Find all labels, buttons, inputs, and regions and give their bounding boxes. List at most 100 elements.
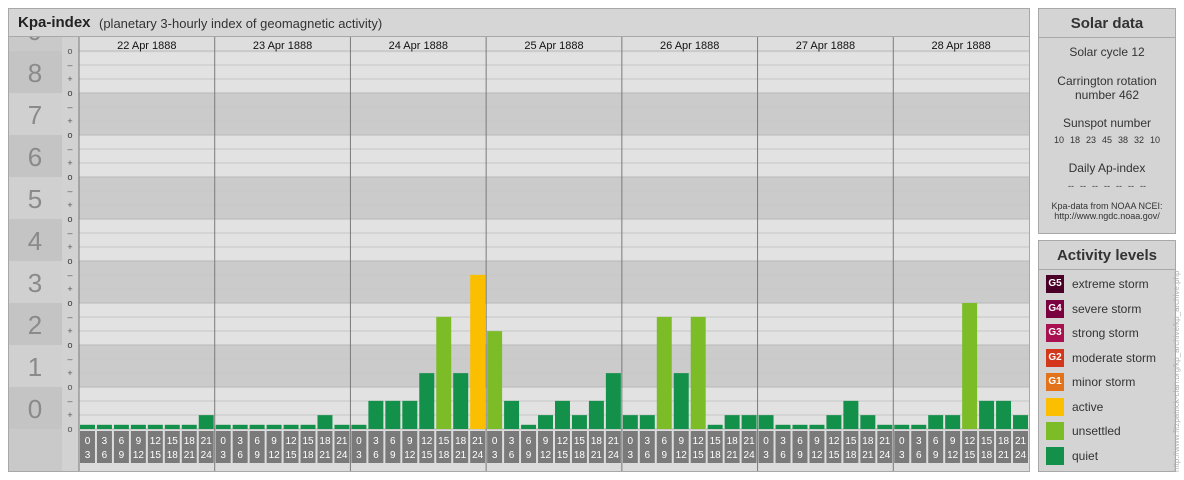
interval-end-label: 18 [710,450,722,461]
y-band [79,93,1029,135]
interval-end-label: 12 [133,450,145,461]
ap-index-value: -- [1068,181,1074,191]
kp-bar [80,424,95,429]
interval-start-label: 21 [744,436,756,447]
interval-end-label: 3 [763,450,769,461]
legend-swatch [1046,397,1064,416]
legend-label: strong storm [1072,326,1139,340]
y-tick-label: 5 [28,184,42,214]
sunspot-value: 10 [1053,135,1064,145]
y-minor-tick-label: + [67,74,72,84]
interval-end-label: 12 [540,450,552,461]
kp-bar [928,415,944,429]
kp-bar [809,424,825,429]
ap-index-value: -- [1116,181,1122,191]
interval-start-label: 6 [526,436,532,447]
kp-bar [232,424,248,429]
interval-start-label: 12 [421,436,433,447]
interval-end-label: 9 [526,450,532,461]
kp-bar [538,415,553,429]
kp-bar [368,400,384,429]
interval-end-label: 21 [998,450,1010,461]
kp-bar [504,400,520,429]
sunspot-value: 10 [1150,135,1161,145]
interval-end-label: 21 [319,450,331,461]
interval-end-label: 3 [220,450,226,461]
sunspot-value: 38 [1118,135,1129,145]
interval-end-label: 3 [628,450,634,461]
y-minor-tick-label: – [67,228,72,238]
legend-swatch: G1 [1046,373,1064,391]
interval-start-label: 6 [119,436,125,447]
solar-cycle: Solar cycle 12 [1069,45,1145,59]
kp-bar [775,424,791,429]
interval-start-label: 3 [780,436,786,447]
y-minor-tick-label: o [67,88,72,98]
kp-bar [164,424,180,429]
interval-start-label: 21 [879,436,891,447]
kp-bar [826,415,842,429]
kp-bar [656,316,672,429]
kp-bar [113,424,129,429]
y-band [79,303,1029,345]
interval-start-label: 6 [390,436,396,447]
ap-index-value: -- [1092,181,1098,191]
sunspot-label: Sunspot number [1062,116,1152,130]
kp-bar [588,400,604,429]
y-minor-tick-label: – [67,186,72,196]
chart-title: Kpa-index [18,14,91,31]
interval-start-label: 0 [763,436,769,447]
y-minor-tick-label: o [67,46,72,56]
interval-start-label: 15 [981,436,993,447]
ap-index-values: -- -- -- -- -- -- -- [1039,181,1175,191]
kp-bar [487,331,503,429]
interval-end-label: 15 [150,450,162,461]
interval-start-label: 21 [608,436,620,447]
sunspot-value: 18 [1069,135,1080,145]
interval-end-label: 6 [916,450,922,461]
kp-bar [436,316,452,429]
y-minor-tick-label: + [67,158,72,168]
interval-end-label: 9 [254,450,260,461]
kp-bar [724,415,740,429]
kp-bar [215,424,231,429]
ap-index-value: -- [1128,181,1134,191]
legend-swatch: G3 [1046,324,1064,342]
interval-end-label: 18 [302,450,314,461]
y-tick-label: 2 [28,310,42,340]
day-label: 26 Apr 1888 [660,40,719,52]
watermark-url: http://www.fitzpatrick-clan.org/kp_archi… [1172,270,1181,472]
legend-label: severe storm [1072,301,1142,316]
kp-bar [470,274,486,429]
interval-start-label: 9 [136,436,142,447]
interval-start-label: 3 [509,436,515,447]
interval-start-label: 12 [828,436,840,447]
interval-start-label: 9 [678,436,684,447]
y-tick-label: 3 [28,268,42,298]
carrington-rotation-number: number 462 [1074,88,1140,102]
interval-start-label: 18 [998,436,1010,447]
sunspot-value: 32 [1134,135,1145,145]
sunspot-values: 10 18 23 45 38 32 10 [1039,135,1175,145]
interval-start-label: 15 [574,436,586,447]
y-minor-tick-label: + [67,242,72,252]
kp-bar [571,415,587,429]
interval-end-label: 3 [85,450,91,461]
y-tick-label: 1 [28,352,42,382]
kp-bar [96,424,112,429]
y-minor-tick-label: – [67,102,72,112]
kp-bar [843,400,859,429]
legend-label: quiet [1072,448,1099,463]
legend-label: minor storm [1072,375,1136,389]
day-label: 27 Apr 1888 [796,40,855,52]
interval-start-label: 12 [964,436,976,447]
y-minor-tick-label: + [67,368,72,378]
interval-end-label: 15 [285,450,297,461]
interval-start-label: 3 [373,436,379,447]
kp-bar [996,400,1012,429]
interval-end-label: 24 [472,450,484,461]
legend-swatch [1046,422,1064,440]
y-minor-tick-label: o [67,340,72,350]
y-minor-tick-label: – [67,354,72,364]
interval-end-label: 21 [455,450,467,461]
